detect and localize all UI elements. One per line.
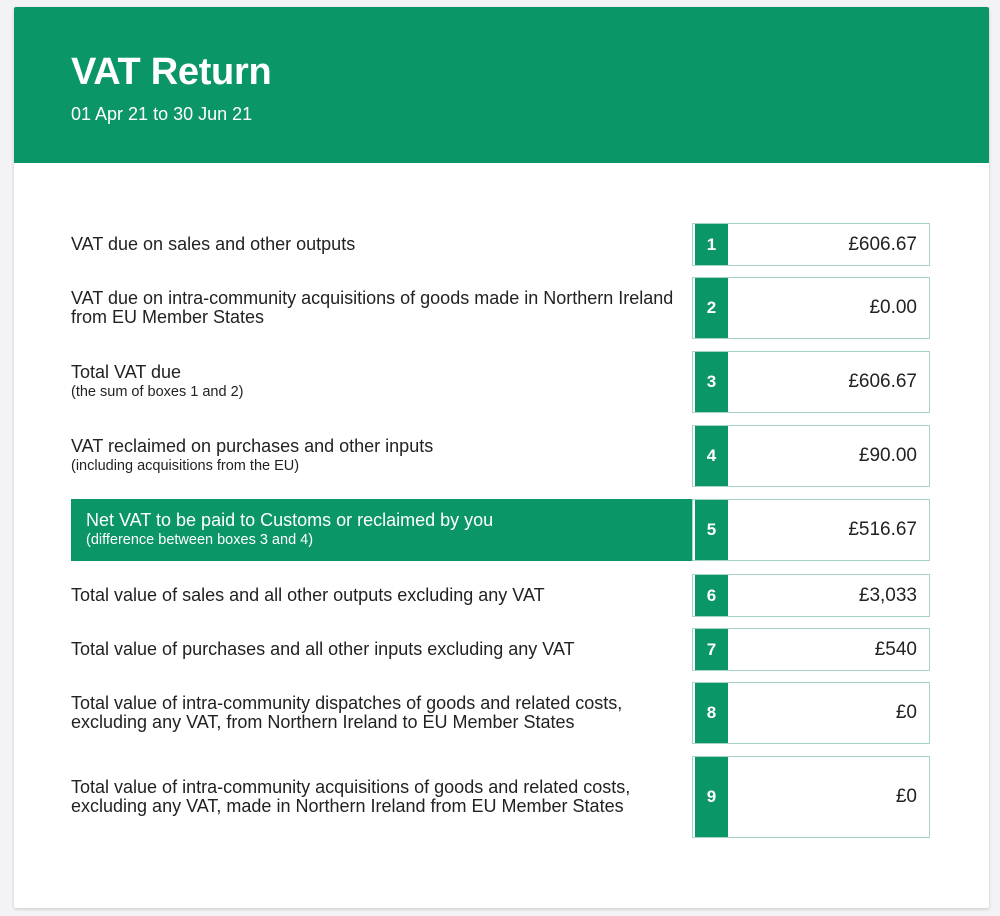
value-box: 9 £0 (692, 756, 930, 838)
row-label: Total value of intra-community dispatche… (71, 682, 696, 744)
value-box: 3 £606.67 (692, 351, 930, 413)
row-label: Total value of sales and all other outpu… (71, 574, 696, 617)
row-label-sub: (including acquisitions from the EU) (71, 457, 300, 474)
box-value: £3,033 (858, 584, 917, 606)
box-value: £90.00 (858, 445, 917, 466)
row-label-sub: (difference between boxes 3 and 4) (86, 531, 314, 548)
row-label-sub: (the sum of boxes 1 and 2) (71, 383, 244, 400)
value-box: 5 £516.67 (692, 499, 930, 561)
value-box: 6 £3,033 (692, 574, 930, 617)
row-label-main: Total value of sales and all other outpu… (71, 585, 545, 605)
box-number: 5 (695, 500, 728, 560)
box-number: 3 (695, 352, 728, 412)
vat-row-box-7: Total value of purchases and all other i… (14, 628, 989, 671)
box-value: £606.67 (848, 371, 917, 392)
vat-row-box-1: VAT due on sales and other outputs 1 £60… (14, 223, 989, 266)
vat-return-card: VAT Return 01 Apr 21 to 30 Jun 21 VAT du… (14, 7, 989, 908)
box-number: 8 (695, 683, 728, 743)
row-label: Total value of purchases and all other i… (71, 628, 696, 671)
period-range: 01 Apr 21 to 30 Jun 21 (71, 104, 253, 124)
box-value: £516.67 (848, 519, 917, 540)
vat-row-box-4: VAT reclaimed on purchases and other inp… (14, 425, 989, 487)
box-value: £540 (874, 638, 917, 660)
box-number: 1 (695, 224, 728, 265)
box-value: £0.00 (869, 297, 917, 318)
page-title: VAT Return (71, 51, 272, 93)
row-label: VAT due on sales and other outputs (71, 223, 696, 266)
value-box: 7 £540 (692, 628, 930, 671)
vat-row-box-5: Net VAT to be paid to Customs or reclaim… (14, 499, 989, 561)
vat-row-box-8: Total value of intra-community dispatche… (14, 682, 989, 744)
row-label: VAT due on intra-community acquisitions … (71, 277, 696, 339)
row-label-main: VAT reclaimed on purchases and other inp… (71, 435, 434, 456)
row-label: Net VAT to be paid to Customs or reclaim… (86, 499, 686, 561)
vat-row-box-3: Total VAT due (the sum of boxes 1 and 2)… (14, 351, 989, 413)
vat-row-box-9: Total value of intra-community acquisiti… (14, 756, 989, 838)
box-value: £606.67 (848, 233, 917, 255)
box-value: £0 (895, 786, 917, 807)
row-label-main: Total value of purchases and all other i… (71, 639, 575, 659)
box-number: 7 (695, 629, 728, 670)
box-number: 4 (695, 426, 728, 486)
value-box: 8 £0 (692, 682, 930, 744)
header-banner: VAT Return 01 Apr 21 to 30 Jun 21 (14, 7, 989, 163)
value-box: 4 £90.00 (692, 425, 930, 487)
row-label: Total value of intra-community acquisiti… (71, 756, 696, 838)
row-label: VAT reclaimed on purchases and other inp… (71, 425, 696, 487)
vat-row-box-2: VAT due on intra-community acquisitions … (14, 277, 989, 339)
row-label-main: VAT due on sales and other outputs (71, 234, 356, 254)
box-number: 9 (695, 757, 728, 837)
row-label-main: Total value of intra-community dispatche… (71, 693, 623, 732)
value-box: 2 £0.00 (692, 277, 930, 339)
box-value: £0 (895, 702, 917, 723)
row-label-main: Net VAT to be paid to Customs or reclaim… (86, 509, 494, 530)
value-box: 1 £606.67 (692, 223, 930, 266)
row-label: Total VAT due (the sum of boxes 1 and 2) (71, 351, 696, 413)
row-label-main: Total value of intra-community acquisiti… (71, 777, 631, 816)
box-number: 6 (695, 575, 728, 616)
row-label-main: VAT due on intra-community acquisitions … (71, 288, 674, 327)
row-label-main: Total VAT due (71, 361, 182, 382)
box-number: 2 (695, 278, 728, 338)
vat-row-box-6: Total value of sales and all other outpu… (14, 574, 989, 617)
